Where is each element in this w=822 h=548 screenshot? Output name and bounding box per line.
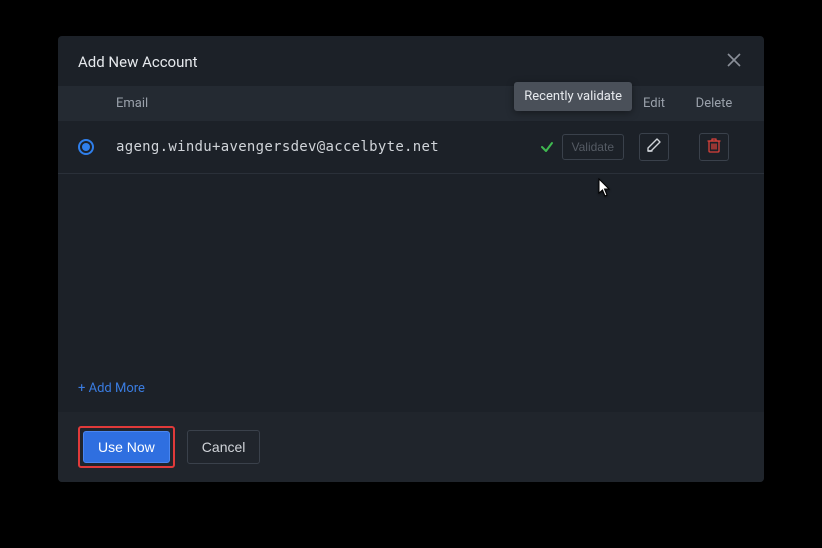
add-more-link[interactable]: + Add More [78, 381, 145, 396]
use-now-button[interactable]: Use Now [83, 431, 170, 463]
add-account-dialog: Add New Account Email Edit Delete Recent… [58, 36, 764, 482]
edit-button[interactable] [639, 133, 669, 161]
dialog-header: Add New Account [58, 36, 764, 86]
column-header-delete: Delete [684, 96, 744, 111]
close-button[interactable] [724, 52, 744, 72]
select-radio[interactable] [78, 139, 94, 155]
primary-button-highlight: Use Now [78, 426, 175, 468]
account-row: ageng.windu+avengersdev@accelbyte.net Va… [58, 121, 764, 174]
check-icon [540, 140, 554, 154]
validate-button[interactable]: Validate [562, 134, 624, 160]
trash-icon [707, 137, 721, 157]
row-validate-cell: Validate [524, 134, 624, 160]
pencil-icon [646, 137, 662, 157]
delete-button[interactable] [699, 133, 729, 161]
cancel-button[interactable]: Cancel [187, 430, 261, 464]
column-header-edit: Edit [624, 96, 684, 111]
row-select-cell [78, 139, 106, 155]
close-icon [727, 53, 741, 71]
row-delete-cell [684, 133, 744, 161]
row-edit-cell [624, 133, 684, 161]
email-text: ageng.windu+avengersdev@accelbyte.net [116, 139, 439, 155]
radio-dot-icon [82, 143, 90, 151]
dialog-footer: Use Now Cancel [58, 412, 764, 482]
row-email-cell: ageng.windu+avengersdev@accelbyte.net [106, 139, 524, 155]
add-more-row: + Add More [58, 370, 764, 412]
column-header-row: Email Edit Delete Recently validate [58, 86, 764, 121]
column-header-email: Email [106, 96, 524, 111]
validate-tooltip: Recently validate [514, 82, 632, 111]
empty-body-space [58, 174, 764, 370]
dialog-title: Add New Account [78, 53, 198, 71]
